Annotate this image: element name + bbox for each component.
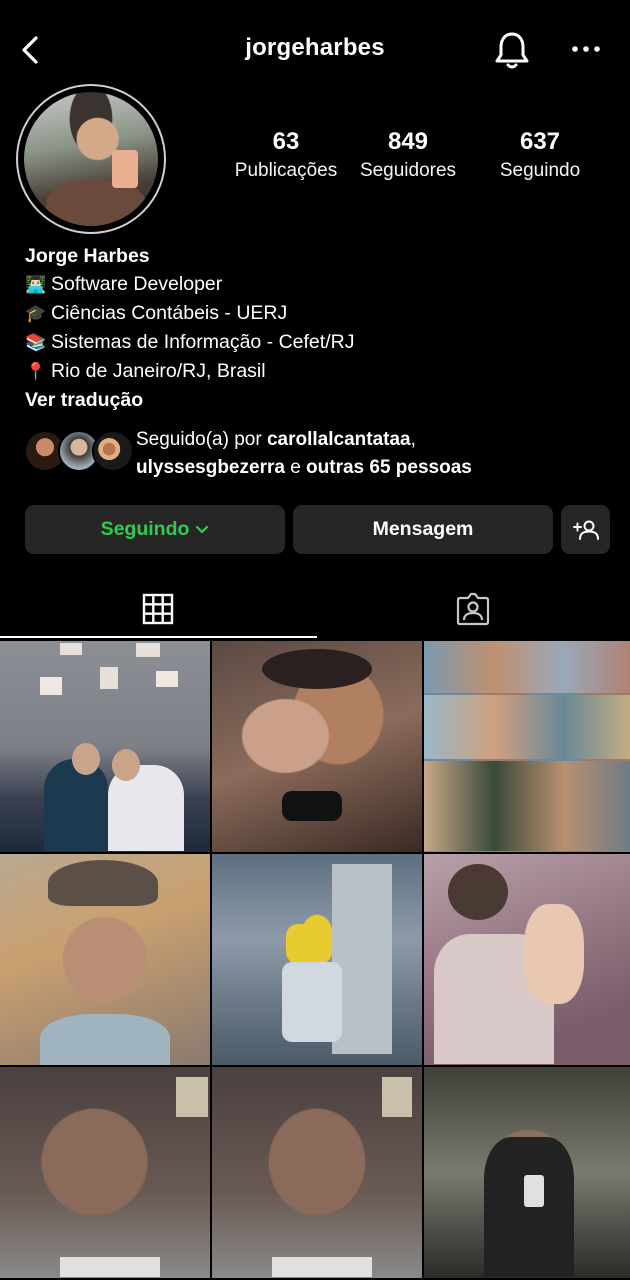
following-label: Seguindo xyxy=(499,160,581,181)
following-count: 637 xyxy=(519,128,561,155)
bio-line-text: Sistemas de Informação - Cefet/RJ xyxy=(51,331,355,353)
notifications-button[interactable] xyxy=(492,28,532,72)
tagged-person-icon xyxy=(456,592,489,626)
following-button[interactable]: Seguindo xyxy=(25,505,285,554)
bio-line-text: Rio de Janeiro/RJ, Brasil xyxy=(51,360,266,382)
followers-stat[interactable]: 849 Seguidores xyxy=(350,128,466,182)
more-horizontal-icon xyxy=(572,46,600,52)
other-followers-count[interactable]: outras 65 pessoas xyxy=(306,457,472,478)
posts-count: 63 xyxy=(272,128,300,155)
suggest-users-button[interactable] xyxy=(561,505,610,554)
bio-line-text: Software Developer xyxy=(51,273,223,295)
add-user-icon xyxy=(572,520,599,540)
post-thumbnail[interactable] xyxy=(424,1067,630,1278)
mutual-follower-name[interactable]: ulyssesgbezerra xyxy=(136,457,285,478)
post-thumbnail[interactable] xyxy=(0,1067,210,1278)
bio-line: 📚 Sistemas de Informação - Cefet/RJ xyxy=(25,328,605,357)
profile-full-name: Jorge Harbes xyxy=(25,245,150,267)
post-thumbnail[interactable] xyxy=(424,854,630,1065)
pin-emoji: 📍 xyxy=(25,362,47,381)
technologist-emoji: 👨🏻‍💻 xyxy=(25,275,47,294)
mutual-follower-name[interactable]: carollalcantataa xyxy=(267,429,411,450)
followers-label: Seguidores xyxy=(359,160,457,181)
followed-by[interactable]: Seguido(a) por carollalcantataa, ulyssesg… xyxy=(24,424,624,480)
posts-label: Publicações xyxy=(234,160,338,181)
profile-username: jorgeharbes xyxy=(245,34,385,61)
followers-count: 849 xyxy=(387,128,429,155)
bio-line-text: Ciências Contábeis - UERJ xyxy=(51,302,288,324)
followed-by-prefix: Seguido(a) por xyxy=(136,429,267,450)
follower-avatar xyxy=(92,430,134,472)
post-thumbnail[interactable] xyxy=(0,641,210,852)
more-options-button[interactable] xyxy=(566,30,606,70)
following-button-label: Seguindo xyxy=(100,518,190,540)
followed-by-text: Seguido(a) por carollalcantataa, ulyssesg… xyxy=(136,426,616,482)
following-stat[interactable]: 637 Seguindo xyxy=(480,128,600,182)
profile-avatar[interactable] xyxy=(24,92,158,226)
separator: , xyxy=(410,429,416,450)
tab-tagged[interactable] xyxy=(315,578,630,640)
active-tab-indicator xyxy=(0,636,317,638)
connector: e xyxy=(284,457,307,478)
posts-grid xyxy=(0,641,630,1280)
chevron-down-icon xyxy=(196,525,209,533)
bio-line: 🎓 Ciências Contábeis - UERJ xyxy=(25,299,605,328)
message-button[interactable]: Mensagem xyxy=(293,505,553,554)
profile-bio: Jorge Harbes 👨🏻‍💻 Software Developer 🎓 Ciê… xyxy=(25,242,605,414)
posts-stat[interactable]: 63 Publicações xyxy=(228,128,344,182)
post-thumbnail[interactable] xyxy=(212,854,422,1065)
post-thumbnail[interactable] xyxy=(212,641,422,852)
profile-stats: 63 Publicações 849 Seguidores 637 Seguin… xyxy=(222,128,602,188)
post-thumbnail[interactable] xyxy=(424,641,630,852)
post-thumbnail[interactable] xyxy=(212,1067,422,1278)
grid-icon xyxy=(142,593,173,625)
profile-tabs xyxy=(0,578,630,640)
books-emoji: 📚 xyxy=(25,333,47,352)
bell-icon xyxy=(495,32,529,69)
tab-grid[interactable] xyxy=(0,578,315,640)
bio-line: 👨🏻‍💻 Software Developer xyxy=(25,270,605,299)
post-thumbnail[interactable] xyxy=(0,854,210,1065)
see-translation-link[interactable]: Ver tradução xyxy=(25,386,605,414)
graduation-cap-emoji: 🎓 xyxy=(25,304,47,323)
message-button-label: Mensagem xyxy=(372,518,474,540)
bio-line: 📍 Rio de Janeiro/RJ, Brasil xyxy=(25,357,605,386)
